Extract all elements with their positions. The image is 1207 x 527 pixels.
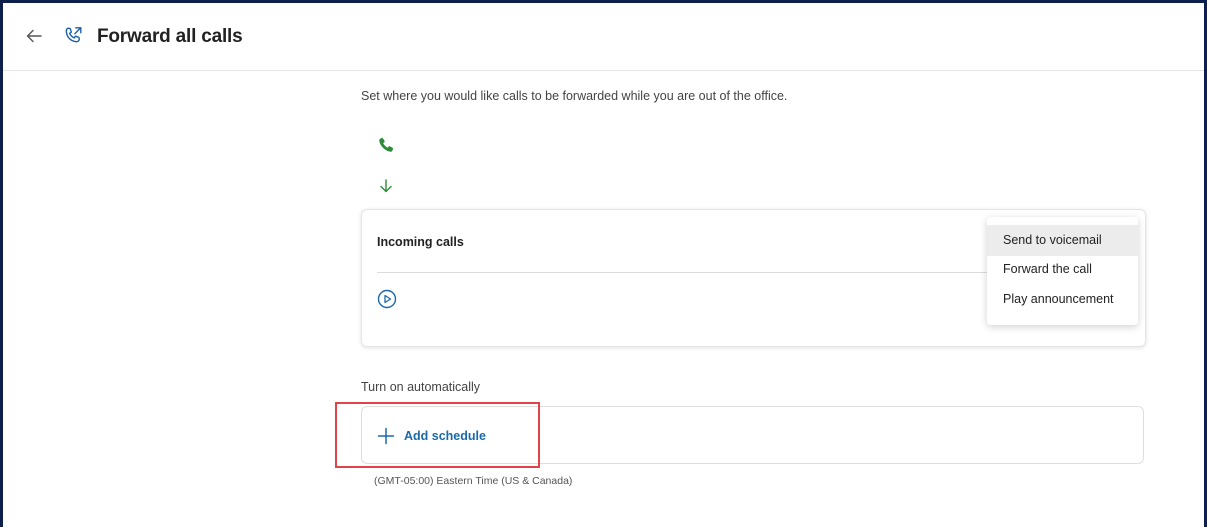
menu-item-send-to-voicemail[interactable]: Send to voicemail bbox=[987, 225, 1138, 256]
forwarding-description: Set where you would like calls to be for… bbox=[361, 89, 788, 103]
action-dropdown-menu: Send to voicemail Forward the call Play … bbox=[987, 217, 1138, 325]
arrow-left-icon bbox=[26, 29, 42, 43]
turn-on-automatically-label: Turn on automatically bbox=[361, 380, 481, 394]
page-title: Forward all calls bbox=[97, 26, 243, 47]
phone-forward-icon bbox=[65, 27, 82, 43]
menu-item-forward-the-call[interactable]: Forward the call bbox=[987, 256, 1138, 284]
play-circle-icon[interactable] bbox=[377, 289, 397, 309]
menu-item-play-announcement[interactable]: Play announcement bbox=[987, 284, 1138, 315]
phone-icon bbox=[379, 137, 394, 152]
add-schedule-button[interactable]: Add schedule bbox=[377, 426, 486, 446]
add-schedule-label: Add schedule bbox=[404, 429, 486, 443]
back-button[interactable] bbox=[23, 25, 45, 47]
arrow-down-icon bbox=[380, 179, 392, 193]
incoming-calls-label: Incoming calls bbox=[377, 235, 464, 249]
timezone-label: (GMT-05:00) Eastern Time (US & Canada) bbox=[374, 475, 573, 487]
plus-icon bbox=[377, 427, 395, 445]
page-header: Forward all calls bbox=[3, 3, 1204, 71]
